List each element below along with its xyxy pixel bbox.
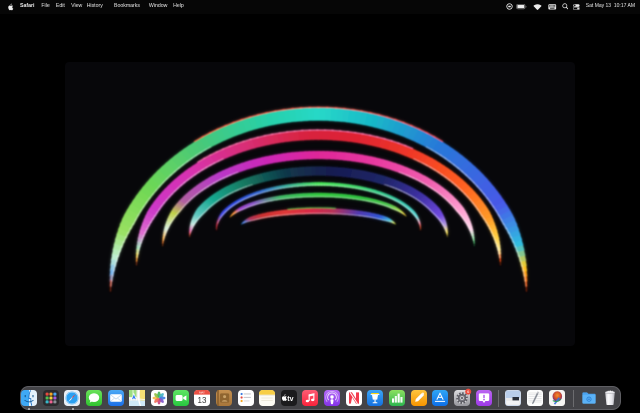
svg-text:tv: tv bbox=[287, 396, 293, 403]
svg-text:MAY: MAY bbox=[199, 390, 205, 394]
svg-text:13: 13 bbox=[198, 396, 207, 405]
